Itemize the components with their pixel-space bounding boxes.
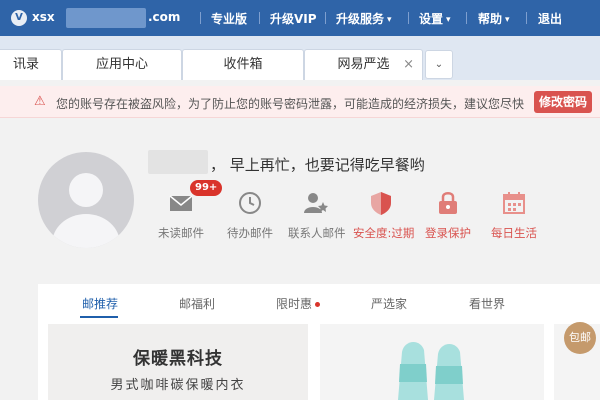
slipper-image xyxy=(398,341,464,400)
chevron-down-icon: ▾ xyxy=(505,15,510,25)
warning-text: 您的账号存在被盗风险，为了防止您的账号密码泄露，可能造成的经济损失，建议您尽快 xyxy=(56,97,525,111)
product-card-slippers[interactable] xyxy=(320,324,544,400)
tab-contacts[interactable]: 讯录 xyxy=(0,49,62,80)
tab-mail-recommend[interactable]: 邮推荐 xyxy=(82,295,118,312)
upgrade-service-label: 升级服务 xyxy=(336,12,385,26)
chevron-down-icon: ▾ xyxy=(446,15,451,25)
product-subtitle: 男式咖啡碳保暖内衣 xyxy=(110,378,246,393)
unread-mail-item[interactable]: 未读邮件 xyxy=(153,190,209,241)
user-name-mask xyxy=(148,150,208,174)
tab-yanxuan-label: 网易严选 xyxy=(337,57,390,72)
upgrade-vip-link[interactable]: 升级VIP xyxy=(270,10,317,27)
daily-life-label: 每日生活 xyxy=(491,226,537,240)
divider xyxy=(200,12,201,24)
unread-mail-label: 未读邮件 xyxy=(158,226,204,240)
security-warning-banner: ⚠ 您的账号存在被盗风险，为了防止您的账号密码泄露，可能造成的经济损失，建议您尽… xyxy=(0,86,600,118)
tab-limited-offer[interactable]: 限时惠 xyxy=(276,295,321,312)
tab-yanxuan-home[interactable]: 严选家 xyxy=(371,295,407,312)
calendar-icon xyxy=(501,190,527,216)
top-navigation-bar: V xsx .com 专业版 升级VIP 升级服务 ▾ 设置 ▾ 帮助 ▾ 退出 xyxy=(0,0,600,36)
help-menu[interactable]: 帮助 ▾ xyxy=(478,10,510,27)
tab-mail-welfare[interactable]: 邮福利 xyxy=(179,295,215,312)
tab-yanxuan[interactable]: 网易严选 × xyxy=(304,49,423,80)
tab-inbox[interactable]: 收件箱 xyxy=(182,49,304,80)
warning-icon: ⚠ xyxy=(34,94,46,109)
pro-version-link[interactable]: 专业版 xyxy=(211,10,247,27)
account-name-prefix[interactable]: xsx xyxy=(32,10,55,24)
login-protection-item[interactable]: 登录保护 xyxy=(420,190,476,241)
divider xyxy=(526,12,527,24)
settings-label: 设置 xyxy=(419,12,444,26)
tab-limited-offer-label: 限时惠 xyxy=(276,297,313,311)
divider xyxy=(259,12,260,24)
account-name-suffix[interactable]: .com xyxy=(148,10,180,24)
help-label: 帮助 xyxy=(478,12,503,26)
greeting-text: ， 早上再忙，也要记得吃早餐哟 xyxy=(210,156,425,174)
change-password-button[interactable]: 修改密码 xyxy=(534,91,592,113)
contact-mail-item[interactable]: 联系人邮件 xyxy=(288,190,346,241)
tab-more-button[interactable]: ⌄ xyxy=(425,50,453,79)
chevron-down-icon: ⌄ xyxy=(434,59,444,70)
settings-menu[interactable]: 设置 ▾ xyxy=(419,10,451,27)
contact-mail-label: 联系人邮件 xyxy=(288,226,346,240)
mail-icon xyxy=(168,190,194,216)
profile-section: ， 早上再忙，也要记得吃早餐哟 未读邮件 99+ 待办邮件 联系人邮件 安全度:… xyxy=(0,118,600,286)
security-level-item[interactable]: 安全度:过期 xyxy=(353,190,415,241)
upgrade-service-menu[interactable]: 升级服务 ▾ xyxy=(336,10,392,27)
divider xyxy=(466,12,467,24)
unread-count-badge: 99+ xyxy=(190,180,223,196)
close-icon[interactable]: × xyxy=(403,50,414,80)
shield-icon xyxy=(368,190,394,216)
contact-star-icon xyxy=(303,190,329,216)
product-title: 保暖黑科技 xyxy=(133,349,223,369)
lock-icon xyxy=(435,190,461,216)
todo-mail-item[interactable]: 待办邮件 xyxy=(222,190,278,241)
account-name-mask xyxy=(66,8,146,28)
divider xyxy=(408,12,409,24)
logout-link[interactable]: 退出 xyxy=(538,10,562,27)
tab-see-world[interactable]: 看世界 xyxy=(469,295,505,312)
tab-app-center[interactable]: 应用中心 xyxy=(62,49,182,80)
avatar[interactable] xyxy=(38,152,134,248)
active-tab-underline xyxy=(80,316,118,318)
login-protection-label: 登录保护 xyxy=(425,226,471,240)
free-shipping-badge: 包邮 xyxy=(564,322,596,354)
daily-life-item[interactable]: 每日生活 xyxy=(486,190,542,241)
product-card-thermal[interactable]: 保暖黑科技 男式咖啡碳保暖内衣 xyxy=(48,324,308,400)
chevron-down-icon: ▾ xyxy=(387,15,392,25)
new-dot-icon xyxy=(315,302,321,307)
todo-mail-label: 待办邮件 xyxy=(227,226,273,240)
user-silhouette-icon xyxy=(52,173,120,248)
security-level-label: 安全度:过期 xyxy=(353,226,415,240)
tabs-bar: 讯录 应用中心 收件箱 网易严选 × xyxy=(0,36,600,80)
recommendation-card: 邮推荐 邮福利 限时惠 严选家 看世界 保暖黑科技 男式咖啡碳保暖内衣 包邮 xyxy=(38,284,600,400)
account-avatar-icon[interactable]: V xyxy=(11,10,27,26)
divider xyxy=(325,12,326,24)
clock-icon xyxy=(237,190,263,216)
